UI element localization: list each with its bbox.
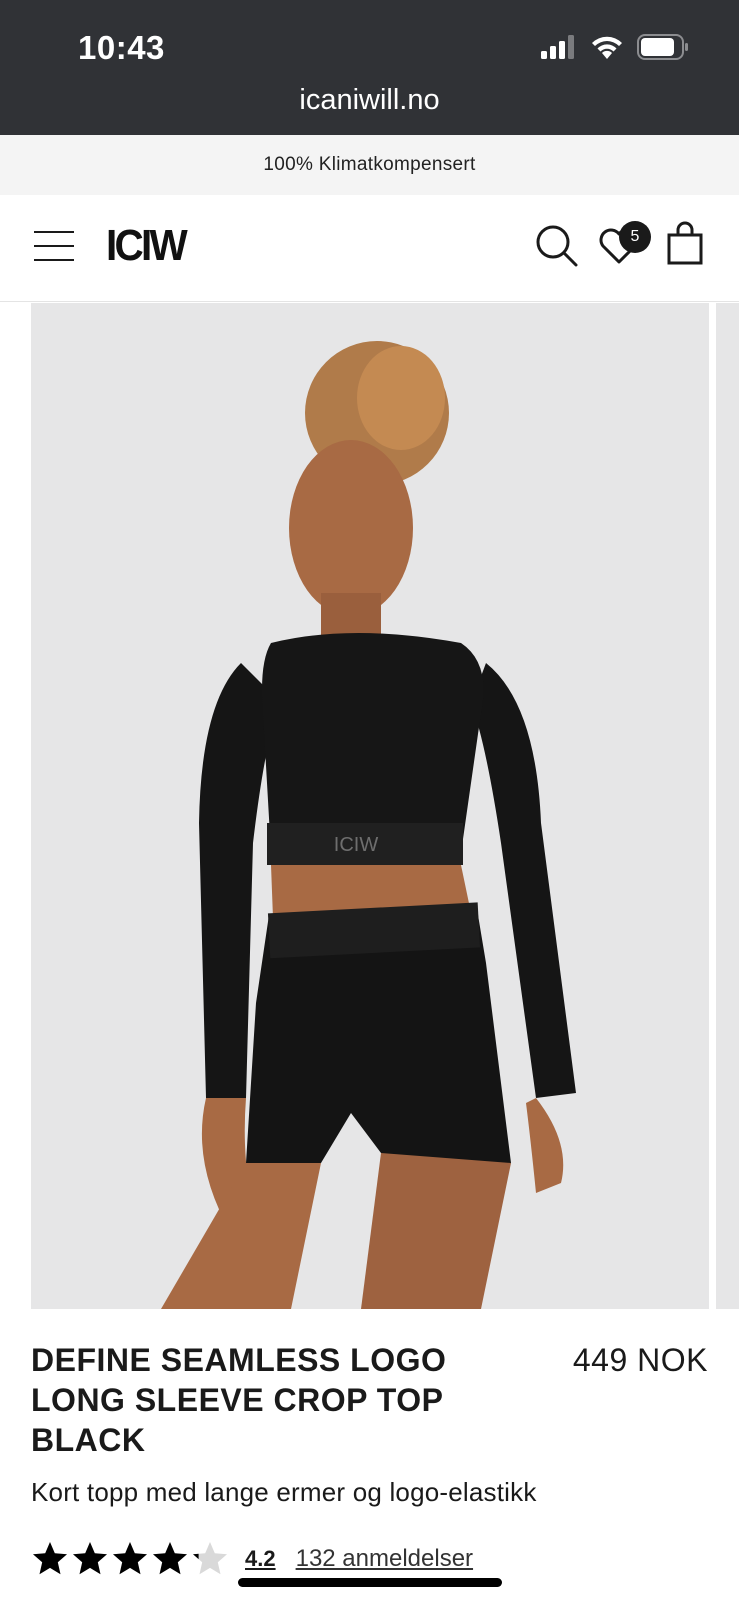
site-header: ICIW 5 [0,195,739,302]
address-bar-url[interactable]: icaniwill.no [0,84,739,117]
browser-chrome: 10:43 icaniwill.no [0,0,739,135]
site-logo[interactable]: ICIW [106,221,188,271]
star-icon [193,1542,227,1575]
star-icon [73,1542,107,1575]
star-rating [31,1540,229,1578]
status-icons [541,34,689,60]
crop-top-band-text: ICIW [334,834,379,856]
wifi-icon [592,36,622,59]
product-price: 449 NOK [572,1342,708,1378]
battery-icon [637,34,688,60]
home-indicator [238,1578,502,1587]
star-icon [153,1542,187,1575]
star-icon [113,1542,147,1575]
search-icon[interactable] [536,225,578,267]
wishlist-count-badge: 5 [619,221,651,253]
product-image[interactable]: ICIW [31,303,709,1309]
promo-text: 100% Klimatkompensert [263,154,476,175]
rating-value: 4.2 [245,1546,276,1571]
next-product-image-peek[interactable] [716,303,739,1309]
product-subtitle: Kort topp med lange ermer og logo-elasti… [31,1477,537,1507]
promo-banner: 100% Klimatkompensert [0,135,739,195]
status-time: 10:43 [78,29,165,66]
product-title: DEFINE SEAMLESS LOGO LONG SLEEVE CROP TO… [31,1342,447,1458]
star-icon [33,1542,67,1575]
menu-icon[interactable] [34,231,74,263]
rating-row[interactable]: 4.2 132 anmeldelser [31,1540,473,1578]
bag-icon[interactable] [667,221,703,265]
product-photo-illustration: ICIW [161,341,576,1309]
signal-icon [541,35,574,59]
reviews-link[interactable]: 132 anmeldelser [296,1545,473,1573]
